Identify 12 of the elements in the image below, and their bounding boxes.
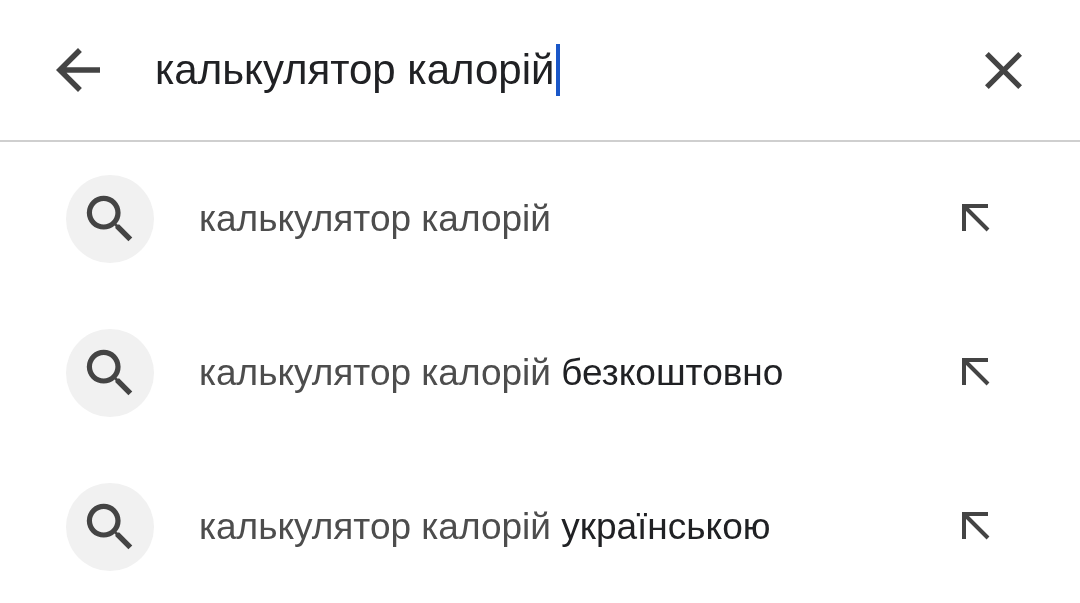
search-icon (66, 175, 154, 263)
suggestion-text[interactable]: калькулятор калорій українською (199, 506, 771, 548)
search-icon (66, 329, 154, 417)
back-arrow-icon[interactable] (56, 48, 100, 92)
arrow-up-left-icon[interactable] (962, 358, 992, 388)
close-icon[interactable] (985, 51, 1022, 89)
suggestion-text[interactable]: калькулятор калорій безкоштовно (199, 352, 784, 394)
suggestion-text[interactable]: калькулятор калорій (199, 198, 551, 240)
arrow-up-left-icon[interactable] (962, 204, 992, 234)
arrow-up-left-icon[interactable] (962, 512, 992, 542)
search-icon (66, 483, 154, 571)
search-field[interactable]: калькулятор калорій (155, 42, 560, 98)
